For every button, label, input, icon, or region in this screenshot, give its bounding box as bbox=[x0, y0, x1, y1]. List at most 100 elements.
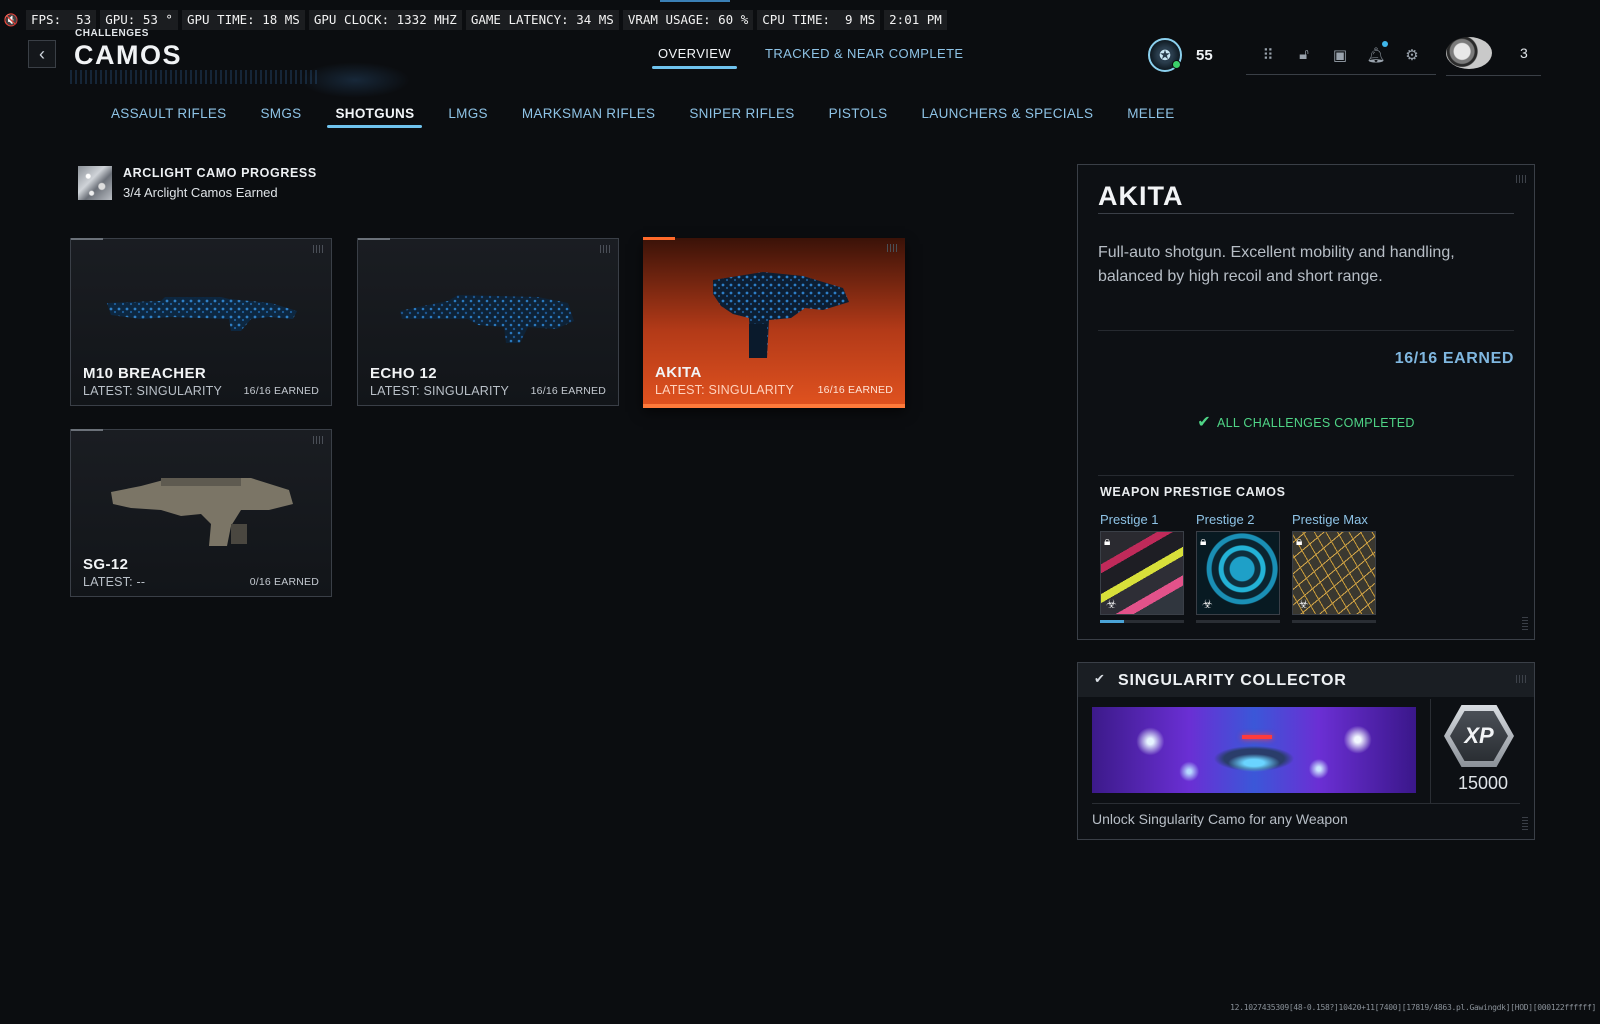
card-corner-mark bbox=[600, 245, 610, 253]
card-corner-mark bbox=[887, 244, 897, 252]
weapon-card-echo-12[interactable]: ECHO 12 LATEST: SINGULARITY 16/16 EARNED bbox=[357, 238, 619, 406]
perf-fps: FPS: 53 bbox=[26, 10, 97, 30]
collector-challenge-panel[interactable]: ✔ SINGULARITY COLLECTOR XP 15000 Unlock … bbox=[1077, 662, 1535, 840]
perf-gpu-temp: GPU: 53 ° bbox=[100, 10, 178, 30]
weapon-latest-camo: LATEST: SINGULARITY bbox=[83, 384, 223, 398]
weapon-earned-count: 16/16 EARNED bbox=[530, 385, 606, 397]
weapon-card-m10-breacher[interactable]: M10 BREACHER LATEST: SINGULARITY 16/16 E… bbox=[70, 238, 332, 406]
title-decoration bbox=[70, 70, 320, 84]
tab-launchers-specials[interactable]: LAUNCHERS & SPECIALS bbox=[921, 106, 1093, 127]
xp-reward-value: 15000 bbox=[1457, 773, 1509, 793]
prestige-progress-fill bbox=[1100, 620, 1124, 623]
rank-badge[interactable]: ✪ bbox=[1148, 38, 1182, 72]
weapon-latest-camo: LATEST: -- bbox=[83, 575, 146, 589]
weapon-card-akita[interactable]: AKITA LATEST: SINGULARITY 16/16 EARNED bbox=[643, 237, 905, 408]
xp-badge-label: XP bbox=[1450, 711, 1508, 761]
tab-melee[interactable]: MELEE bbox=[1127, 106, 1174, 127]
prestige-camo-1[interactable]: Prestige 1 🔒︎ ☣ bbox=[1100, 512, 1184, 623]
party-count: 3 bbox=[1520, 44, 1528, 61]
weapon-earned-count: 16/16 EARNED bbox=[243, 385, 319, 397]
sg-12-image bbox=[111, 478, 293, 546]
rank-star-icon: ✪ bbox=[1159, 46, 1171, 63]
top-right-bar: ✪ 55 ⠿ 🔓︎ ▣ 🔔︎ ⚙ 3 bbox=[1148, 34, 1541, 76]
tab-sniper-rifles[interactable]: SNIPER RIFLES bbox=[689, 106, 794, 127]
panel-grip bbox=[1522, 817, 1528, 831]
card-corner-mark bbox=[313, 436, 323, 444]
divider bbox=[1092, 803, 1520, 804]
weapon-detail-panel: AKITA Full-auto shotgun. Excellent mobil… bbox=[1077, 164, 1535, 640]
perf-cpu-time: CPU TIME: 9 MS bbox=[757, 10, 881, 30]
prestige-camo-2[interactable]: Prestige 2 🔒︎ ☣ bbox=[1196, 512, 1280, 623]
build-version-string: 12.1027435309[48-0.158?]10420+11[7400][1… bbox=[1230, 1003, 1596, 1012]
back-button[interactable]: ‹ bbox=[28, 40, 56, 68]
panel-grip bbox=[1522, 617, 1528, 631]
completion-status-text: ALL CHALLENGES COMPLETED bbox=[1216, 416, 1415, 430]
prestige-camo-tile: 🔒︎ ☣ bbox=[1100, 531, 1184, 615]
artwork-visor bbox=[1242, 735, 1272, 739]
detail-description: Full-auto shotgun. Excellent mobility an… bbox=[1098, 244, 1455, 285]
tab-overview[interactable]: OVERVIEW bbox=[651, 46, 738, 69]
biohazard-icon: ☣ bbox=[1202, 597, 1213, 611]
detail-weapon-title: AKITA bbox=[1098, 181, 1184, 211]
player-emblem bbox=[1446, 36, 1492, 69]
xp-badge-icon: XP bbox=[1444, 705, 1514, 767]
page-title: CAMOS bbox=[74, 40, 182, 70]
muted-speaker-icon: 🔇 bbox=[3, 13, 19, 27]
divider bbox=[1098, 213, 1514, 214]
title-glow bbox=[300, 62, 410, 98]
arclight-progress[interactable]: ARCLIGHT CAMO PROGRESS 3/4 Arclight Camo… bbox=[78, 166, 317, 200]
lock-icon: 🔒︎ bbox=[1200, 534, 1207, 548]
m10-breacher-image bbox=[107, 297, 297, 331]
card-corner-mark bbox=[313, 245, 323, 253]
divider bbox=[1098, 330, 1514, 331]
arclight-camo-thumbnail bbox=[78, 166, 112, 200]
singularity-camo-artwork bbox=[1092, 707, 1416, 793]
collector-description: Unlock Singularity Camo for any Weapon bbox=[1092, 811, 1348, 827]
weapon-card-sg-12[interactable]: SG-12 LATEST: -- 0/16 EARNED bbox=[70, 429, 332, 597]
weapon-earned-count: 0/16 EARNED bbox=[249, 576, 319, 588]
tab-smgs[interactable]: SMGS bbox=[261, 106, 302, 127]
akita-image bbox=[713, 272, 849, 358]
online-status-dot bbox=[1172, 60, 1181, 69]
prestige-progress-bar bbox=[1196, 620, 1280, 623]
prestige-camos-title: WEAPON PRESTIGE CAMOS bbox=[1100, 485, 1286, 499]
divider bbox=[1098, 475, 1514, 476]
weapon-category-tabs: ASSAULT RIFLES SMGS SHOTGUNS LMGS MARKSM… bbox=[111, 106, 1209, 128]
unlock-icon[interactable]: 🔓︎ bbox=[1292, 44, 1316, 66]
detail-earned-count: 16/16 EARNED bbox=[1394, 350, 1514, 367]
weapon-name: SG-12 bbox=[83, 556, 129, 573]
performance-overlay: 🔇 FPS: 53 GPU: 53 ° GPU TIME: 18 MS GPU … bbox=[0, 10, 947, 30]
prestige-camos-row: Prestige 1 🔒︎ ☣ Prestige 2 🔒︎ ☣ Prestige… bbox=[1100, 512, 1376, 623]
top-tabs: OVERVIEW TRACKED & NEAR COMPLETE bbox=[651, 46, 998, 69]
header-icon-group: ⠿ 🔓︎ ▣ 🔔︎ ⚙ bbox=[1246, 36, 1436, 75]
tab-assault-rifles[interactable]: ASSAULT RIFLES bbox=[111, 106, 227, 127]
tab-tracked-near-complete[interactable]: TRACKED & NEAR COMPLETE bbox=[765, 46, 963, 69]
tab-marksman-rifles[interactable]: MARKSMAN RIFLES bbox=[522, 106, 656, 127]
gear-icon[interactable]: ⚙ bbox=[1400, 44, 1424, 66]
tab-lmgs[interactable]: LMGS bbox=[448, 106, 487, 127]
arclight-subtitle: 3/4 Arclight Camos Earned bbox=[123, 185, 278, 200]
rank-level: 55 bbox=[1196, 46, 1213, 64]
tab-shotguns[interactable]: SHOTGUNS bbox=[327, 106, 423, 128]
prestige-camo-tile: 🔒︎ ☣ bbox=[1196, 531, 1280, 615]
store-icon[interactable]: ▣ bbox=[1328, 44, 1352, 66]
checkmark-icon: ✔ bbox=[1197, 414, 1211, 431]
weapon-latest-camo: LATEST: SINGULARITY bbox=[370, 384, 510, 398]
perf-game-latency: GAME LATENCY: 34 MS bbox=[465, 10, 619, 30]
lock-icon: 🔒︎ bbox=[1296, 534, 1303, 548]
collector-title: SINGULARITY COLLECTOR bbox=[1118, 672, 1347, 689]
prestige-label: Prestige 2 bbox=[1196, 512, 1255, 527]
party-group[interactable]: 3 bbox=[1446, 34, 1541, 76]
apps-grid-icon[interactable]: ⠿ bbox=[1256, 44, 1280, 66]
prestige-camo-max[interactable]: Prestige Max 🔒︎ ☣ bbox=[1292, 512, 1376, 623]
bell-icon[interactable]: 🔔︎ bbox=[1364, 40, 1388, 66]
completion-status: ✔ ALL CHALLENGES COMPLETED bbox=[1078, 412, 1534, 432]
prestige-label: Prestige 1 bbox=[1100, 512, 1159, 527]
prestige-progress-bar bbox=[1292, 620, 1376, 623]
breadcrumb: CHALLENGES bbox=[75, 28, 149, 39]
notification-dot bbox=[1382, 40, 1388, 47]
weapon-name: AKITA bbox=[655, 364, 702, 381]
perf-gpu-clock: GPU CLOCK: 1332 MHZ bbox=[308, 10, 462, 30]
tab-pistols[interactable]: PISTOLS bbox=[829, 106, 888, 127]
arclight-title: ARCLIGHT CAMO PROGRESS bbox=[123, 166, 317, 180]
